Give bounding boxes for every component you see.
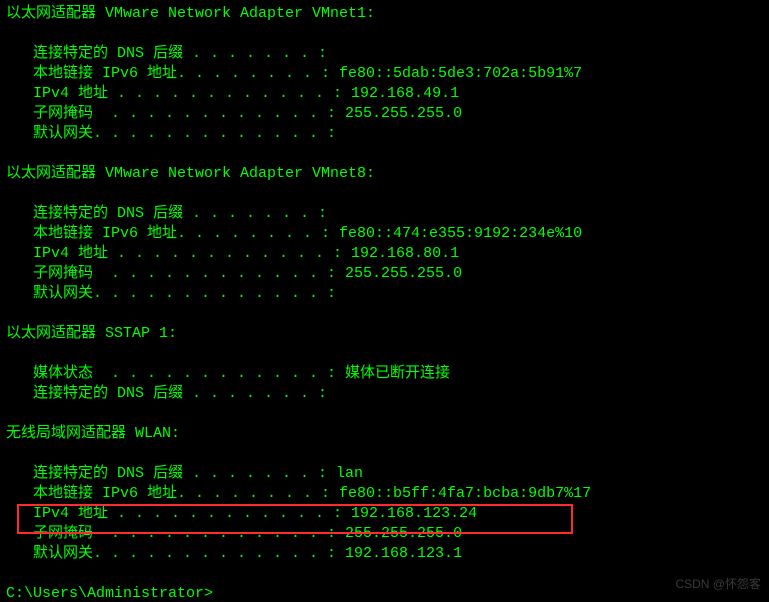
terminal-output: 以太网适配器 VMware Network Adapter VMnet1: 连接… bbox=[0, 0, 769, 602]
